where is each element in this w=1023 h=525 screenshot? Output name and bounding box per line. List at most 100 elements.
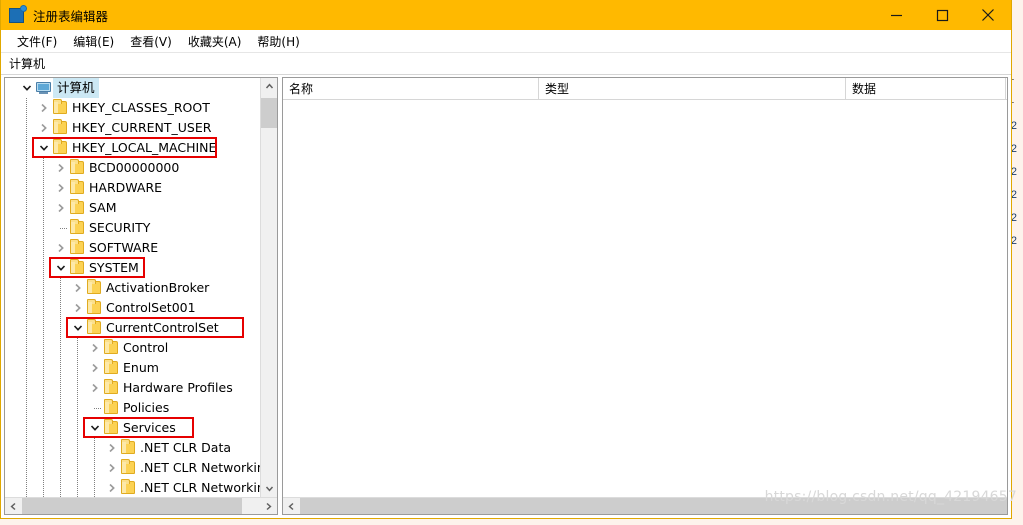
chevron-right-icon[interactable] [36, 118, 52, 138]
chevron-right-icon[interactable] [70, 298, 86, 318]
chevron-down-icon[interactable] [53, 258, 69, 278]
folder-icon [103, 358, 119, 378]
folder-icon [69, 158, 85, 178]
tree-node-14[interactable]: Enum [5, 358, 260, 378]
values-list[interactable] [283, 100, 1007, 497]
chevron-right-icon[interactable] [53, 158, 69, 178]
menu-item-1[interactable]: 编辑(E) [65, 31, 122, 52]
address-bar[interactable]: 计算机 [1, 53, 1011, 75]
tree-node-2[interactable]: HKEY_CURRENT_USER [5, 118, 260, 138]
tree-node-5[interactable]: HARDWARE [5, 178, 260, 198]
tree-node-4[interactable]: BCD00000000 [5, 158, 260, 178]
tree-node-13[interactable]: Control [5, 338, 260, 358]
tree-scroll-up-button[interactable] [261, 78, 277, 95]
chevron-right-icon[interactable] [87, 378, 103, 398]
folder-icon [86, 298, 102, 318]
chevron-down-icon[interactable] [36, 138, 52, 158]
minimize-button[interactable] [873, 0, 919, 30]
tree-node-16[interactable]: Policies [5, 398, 260, 418]
menu-item-4[interactable]: 帮助(H) [249, 31, 307, 52]
tree-guide-line [77, 458, 78, 478]
tree-node-3[interactable]: HKEY_LOCAL_MACHINE [5, 138, 260, 158]
tree-scroll-right-button[interactable] [260, 498, 277, 514]
tree-guide-line [43, 218, 44, 238]
tree-node-1[interactable]: HKEY_CLASSES_ROOT [5, 98, 260, 118]
tree-guide-line [94, 408, 102, 409]
tree-guide-line [26, 218, 27, 238]
tree-guide-line [77, 338, 78, 358]
menu-item-2[interactable]: 查看(V) [122, 31, 180, 52]
chevron-right-icon[interactable] [104, 458, 120, 478]
menu-item-3[interactable]: 收藏夹(A) [180, 31, 250, 52]
tree-node-19[interactable]: .NET CLR Networking [5, 458, 260, 478]
tree-scroll-down-button[interactable] [261, 480, 277, 497]
column-header-1[interactable]: 类型 [539, 78, 846, 100]
menu-item-0[interactable]: 文件(F) [9, 31, 65, 52]
tree-vertical-scrollbar[interactable] [260, 78, 277, 497]
tree-horizontal-scrollbar[interactable] [5, 497, 277, 514]
chevron-right-icon[interactable] [104, 478, 120, 497]
address-path: 计算机 [9, 57, 46, 71]
tree-guide-line [43, 458, 44, 478]
menu-bar: 文件(F) 编辑(E) 查看(V) 收藏夹(A) 帮助(H) [1, 30, 1011, 53]
chevron-right-icon[interactable] [87, 358, 103, 378]
chevron-right-icon[interactable] [53, 178, 69, 198]
tree-node-label: .NET CLR Networking [140, 460, 260, 475]
tree-node-12[interactable]: CurrentControlSet [5, 318, 260, 338]
tree-node-11[interactable]: ControlSet001 [5, 298, 260, 318]
tree-node-17[interactable]: Services [5, 418, 260, 438]
tree-vertical-scroll-thumb[interactable] [261, 98, 277, 128]
tree-node-label: Hardware Profiles [123, 380, 233, 395]
tree-guide-line [26, 338, 27, 358]
chevron-right-icon[interactable] [53, 198, 69, 218]
chevron-down-icon[interactable] [70, 318, 86, 338]
content-area: 计算机 HKEY_CLASSES_ROOT HKEY_CURRENT_USER HKE… [1, 75, 1011, 518]
tree-node-label: BCD00000000 [89, 160, 180, 175]
maximize-button[interactable] [919, 0, 965, 30]
tree-guide-line [26, 358, 27, 378]
folder-icon [69, 258, 85, 278]
registry-tree[interactable]: 计算机 HKEY_CLASSES_ROOT HKEY_CURRENT_USER HKE… [5, 78, 260, 497]
chevron-right-icon[interactable] [70, 278, 86, 298]
registry-editor-window: 注册表编辑器 文件(F) 编辑(E) 查看(V) 收藏夹(A) 帮助(H) 计算机 计算… [0, 0, 1012, 519]
title-bar[interactable]: 注册表编辑器 [1, 0, 1011, 30]
chevron-right-icon[interactable] [87, 338, 103, 358]
folder-icon [69, 238, 85, 258]
computer-icon [35, 78, 53, 98]
chevron-right-icon[interactable] [53, 238, 69, 258]
folder-icon [69, 198, 85, 218]
tree-guide-line [60, 458, 61, 478]
tree-guide-line [26, 418, 27, 438]
tree-scroll-left-button[interactable] [5, 498, 22, 514]
tree-guide-line [43, 438, 44, 458]
values-scroll-left-button[interactable] [283, 498, 300, 514]
tree-guide-line [43, 478, 44, 497]
tree-node-9[interactable]: SYSTEM [5, 258, 260, 278]
tree-node-18[interactable]: .NET CLR Data [5, 438, 260, 458]
chevron-right-icon[interactable] [104, 438, 120, 458]
close-button[interactable] [965, 0, 1011, 30]
tree-guide-line [60, 398, 61, 418]
tree-node-6[interactable]: SAM [5, 198, 260, 218]
chevron-down-icon[interactable] [87, 418, 103, 438]
tree-node-15[interactable]: Hardware Profiles [5, 378, 260, 398]
tree-node-20[interactable]: .NET CLR Networking · [5, 478, 260, 497]
chevron-right-icon[interactable] [36, 98, 52, 118]
tree-node-7[interactable]: SECURITY [5, 218, 260, 238]
folder-icon [69, 218, 85, 238]
tree-node-0[interactable]: 计算机 [5, 78, 260, 98]
tree-guide-line [26, 238, 27, 258]
tree-node-label: Services [123, 420, 176, 435]
tree-node-label: HKEY_CLASSES_ROOT [72, 100, 210, 115]
values-column-headers[interactable]: 名称 类型 数据 [283, 78, 1007, 100]
tree-guide-line [26, 278, 27, 298]
tree-horizontal-scroll-thumb[interactable] [22, 498, 242, 514]
column-header-2[interactable]: 数据 [846, 78, 1006, 100]
tree-guide-line [26, 118, 27, 138]
tree-node-10[interactable]: ActivationBroker [5, 278, 260, 298]
chevron-down-icon[interactable] [19, 78, 35, 98]
tree-guide-line [26, 318, 27, 338]
column-header-0[interactable]: 名称 [283, 78, 539, 100]
tree-node-8[interactable]: SOFTWARE [5, 238, 260, 258]
window-buttons [873, 0, 1011, 30]
